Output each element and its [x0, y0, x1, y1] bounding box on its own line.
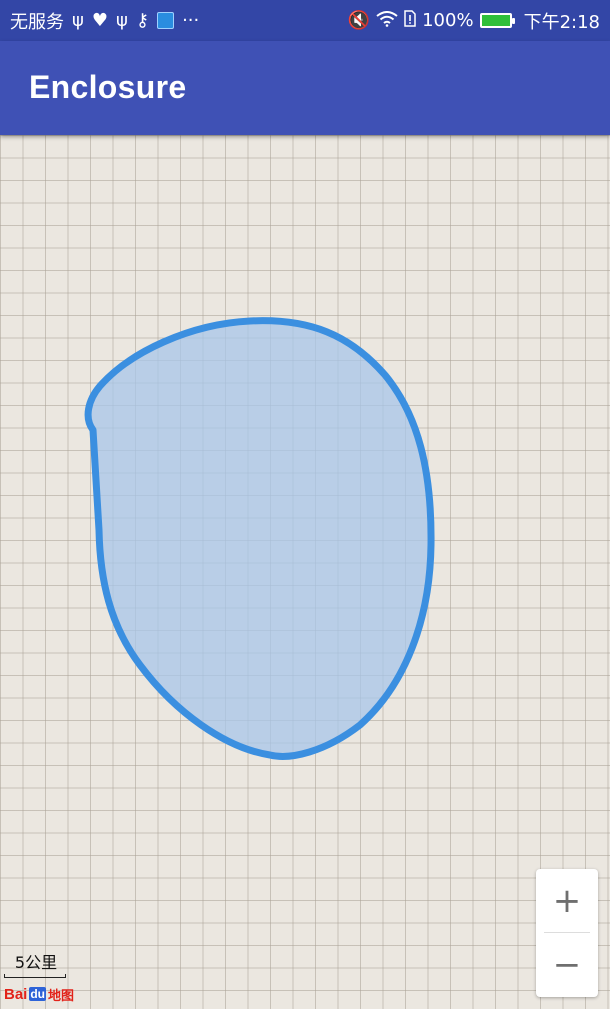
usb-icon: ψ	[72, 9, 84, 31]
scale-ruler	[4, 974, 66, 978]
wifi-icon	[376, 10, 398, 31]
usb-icon: ψ	[116, 9, 128, 31]
enclosure-shape	[84, 317, 435, 760]
zoom-out-button[interactable]: −	[536, 933, 598, 997]
zoom-in-button[interactable]: +	[536, 869, 598, 933]
enclosure-polygon[interactable]	[0, 135, 610, 1009]
carrier-text: 无服务	[10, 11, 64, 33]
more-icon: ···	[182, 9, 200, 31]
key-icon: ⚷	[135, 9, 150, 31]
page-title: Enclosure	[29, 69, 187, 105]
sim-alert-icon	[404, 10, 416, 31]
map-view[interactable]: + − 5公里 Bai du 地图	[0, 135, 610, 1009]
battery-percent: 100%	[422, 10, 474, 31]
status-bar: 无服务 ψ ♥ ψ ⚷ ··· 🔇 100% 下午2:18	[0, 0, 610, 41]
scale-label: 5公里	[14, 953, 58, 972]
baidu-map-logo: Bai du 地图	[4, 982, 74, 1006]
scale-bar: 5公里	[4, 949, 68, 978]
app-icon	[157, 12, 175, 29]
battery-icon	[479, 13, 515, 28]
mute-icon: 🔇	[347, 9, 371, 31]
zoom-control: + −	[536, 869, 598, 997]
logo-bai: Bai	[4, 985, 28, 1003]
app-bar: Enclosure	[0, 41, 610, 135]
logo-paw: du	[29, 987, 47, 1001]
clock: 下午2:18	[523, 11, 600, 33]
zoom-divider	[544, 932, 590, 933]
logo-map-text: 地图	[48, 987, 75, 1003]
heart-rate-icon: ♥	[91, 9, 109, 31]
